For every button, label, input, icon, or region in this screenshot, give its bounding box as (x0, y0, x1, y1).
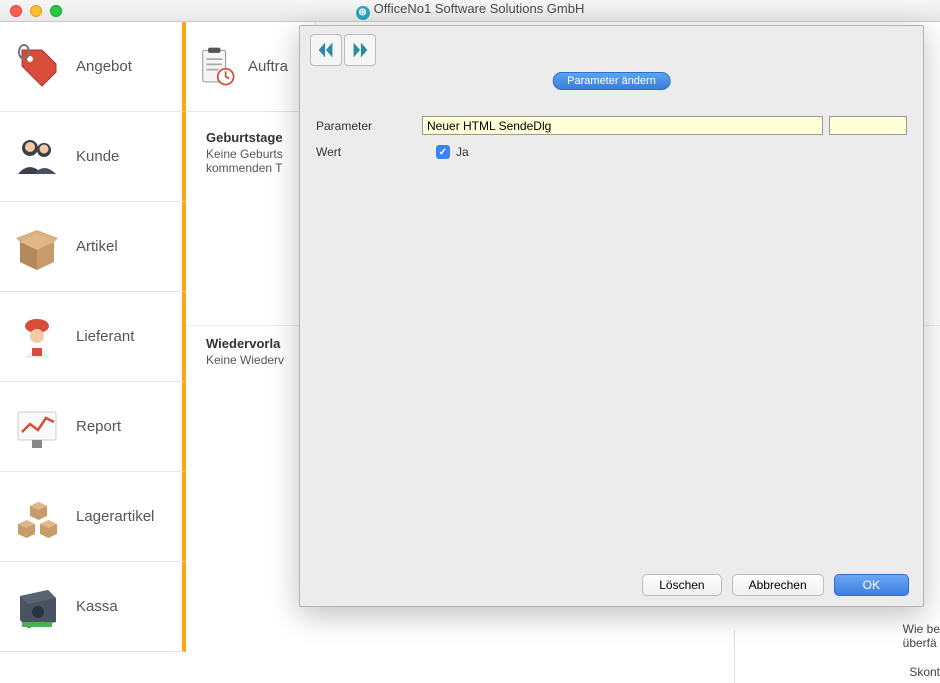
sidebar-item-label: Report (76, 418, 121, 435)
prev-button[interactable] (310, 34, 342, 66)
chart-icon (12, 402, 62, 452)
label-value: Wert (316, 145, 422, 159)
sidebar-item-label: Kassa (76, 598, 118, 615)
sidebar-item-kassa[interactable]: Kassa (0, 562, 186, 652)
parameter-input[interactable] (422, 116, 823, 135)
double-chevron-right-icon (349, 39, 371, 61)
sidebar-item-artikel[interactable]: Artikel (0, 202, 186, 292)
divider (734, 630, 735, 683)
titlebar: ⊕OfficeNo1 Software Solutions GmbH (0, 0, 940, 22)
sidebar-item-lagerartikel[interactable]: Lagerartikel (0, 472, 186, 562)
checkbox-label: Ja (456, 145, 469, 159)
sidebar-item-lieferant[interactable]: Lieferant (0, 292, 186, 382)
label-parameter: Parameter (316, 119, 422, 133)
dialog-title: Parameter ändern (552, 72, 671, 90)
supplier-icon (12, 312, 62, 362)
sidebar-item-report[interactable]: Report (0, 382, 186, 472)
sidebar: Angebot Kunde Artikel Lieferant Report (0, 22, 186, 683)
boxes-icon (12, 492, 62, 542)
sidebar-item-label: Lieferant (76, 328, 134, 345)
sidebar-item-kunde[interactable]: Kunde (0, 112, 186, 202)
double-chevron-left-icon (315, 39, 337, 61)
app-icon: ⊕ (356, 6, 370, 20)
sidebar-item-label: Artikel (76, 238, 118, 255)
clipboard-icon (194, 45, 238, 89)
value-checkbox[interactable] (436, 145, 450, 159)
tag-icon (12, 42, 62, 92)
sidebar2-item-label: Auftra (248, 58, 288, 75)
sidebar-item-angebot[interactable]: Angebot (0, 22, 186, 112)
peek-bottom: Skont (909, 665, 940, 679)
next-button[interactable] (344, 34, 376, 66)
people-icon (12, 132, 62, 182)
sidebar-item-label: Angebot (76, 58, 132, 75)
parameter-dialog: Parameter ändern Parameter Wert Ja Lösch… (299, 25, 924, 607)
parameter-input-2[interactable] (829, 116, 907, 135)
sidebar-item-label: Lagerartikel (76, 508, 154, 525)
ok-button[interactable]: OK (834, 574, 909, 596)
sidebar-item-label: Kunde (76, 148, 119, 165)
sidebar2-item-auftrag[interactable]: Auftra (186, 22, 316, 112)
peek-text: Wie be überfä (903, 622, 940, 650)
box-icon (12, 222, 62, 272)
cancel-button[interactable]: Abbrechen (732, 574, 824, 596)
delete-button[interactable]: Löschen (642, 574, 721, 596)
safe-icon (12, 582, 62, 632)
window-title: ⊕OfficeNo1 Software Solutions GmbH (0, 1, 940, 20)
